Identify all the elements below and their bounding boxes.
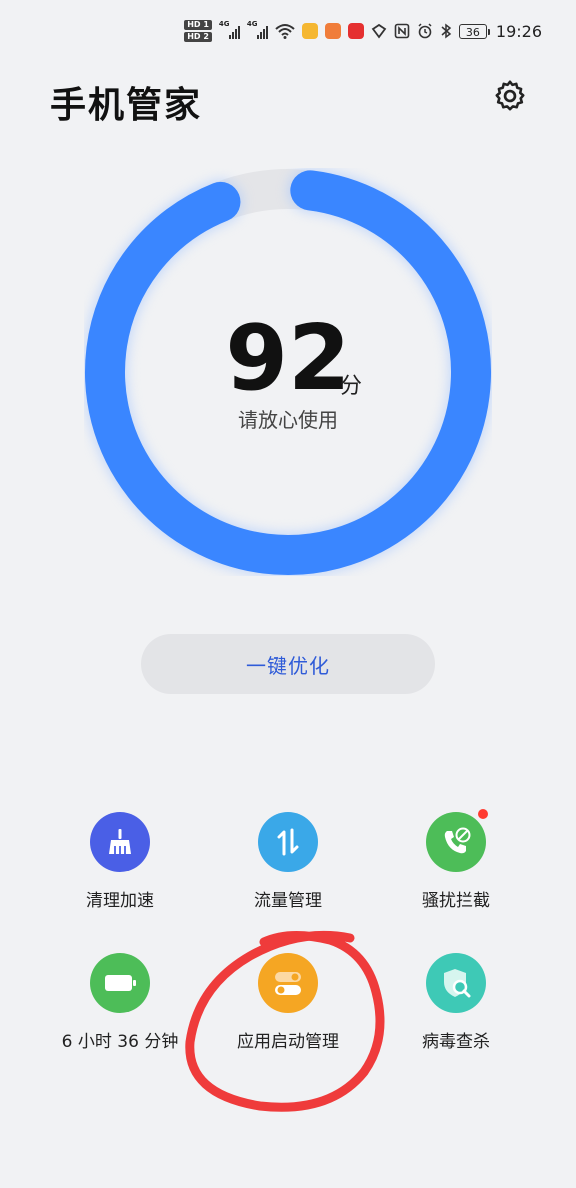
tool-data-management[interactable]: 流量管理	[198, 812, 378, 911]
notification-badge	[478, 809, 488, 819]
tool-label: 流量管理	[254, 891, 322, 911]
bluetooth-icon	[441, 23, 452, 39]
notification-app-icon-2	[324, 23, 341, 39]
signal-icon: 4G	[218, 20, 240, 39]
toggle-switch-icon	[258, 953, 318, 1013]
hd1-label: HD 1	[184, 20, 212, 30]
alarm-icon	[418, 23, 432, 39]
battery-level: 36	[465, 25, 480, 39]
status-icons: HD 1 HD 2 4G 4G 36 19:26	[184, 20, 542, 42]
tool-label: 病毒查杀	[422, 1032, 490, 1052]
shield-search-icon	[426, 953, 486, 1013]
one-click-optimize-button[interactable]: 一键优化	[141, 634, 435, 694]
notification-app-icon	[301, 23, 318, 39]
nfc-icon	[394, 23, 410, 39]
gear-icon[interactable]	[492, 78, 528, 114]
tool-app-launch-management[interactable]: 应用启动管理	[198, 953, 378, 1052]
data-transfer-icon	[258, 812, 318, 872]
hd-indicator: HD 1 HD 2	[184, 20, 212, 42]
net2-label: 4G	[246, 20, 258, 28]
shield-outline-icon	[371, 23, 387, 39]
tool-harassment-block[interactable]: 骚扰拦截	[366, 809, 546, 911]
tool-label: 应用启动管理	[237, 1032, 339, 1052]
wifi-icon	[275, 24, 295, 39]
score-unit: 分	[340, 374, 363, 399]
tool-label: 骚扰拦截	[422, 891, 490, 911]
score-value: 92	[225, 306, 351, 411]
hd2-label: HD 2	[184, 32, 212, 42]
notification-app-icon-3	[347, 23, 364, 39]
battery-icon	[90, 953, 150, 1013]
status-time: 19:26	[495, 21, 542, 41]
tool-label: 清理加速	[86, 891, 154, 911]
score-status: 请放心使用	[238, 408, 338, 432]
tool-label: 6 小时 36 分钟	[61, 1032, 179, 1052]
broom-icon	[90, 812, 150, 872]
page-title: 手机管家	[50, 85, 203, 126]
tool-battery[interactable]: 6 小时 36 分钟	[30, 953, 210, 1052]
status-bar: HD 1 HD 2 4G 4G 36 19:26	[0, 0, 576, 66]
battery-icon: 36	[458, 23, 490, 39]
tool-cleanup[interactable]: 清理加速	[30, 812, 210, 911]
tool-virus-scan[interactable]: 病毒查杀	[366, 953, 546, 1052]
phone-block-icon	[426, 809, 488, 872]
net1-label: 4G	[218, 20, 230, 28]
signal-icon-2: 4G	[246, 20, 268, 39]
